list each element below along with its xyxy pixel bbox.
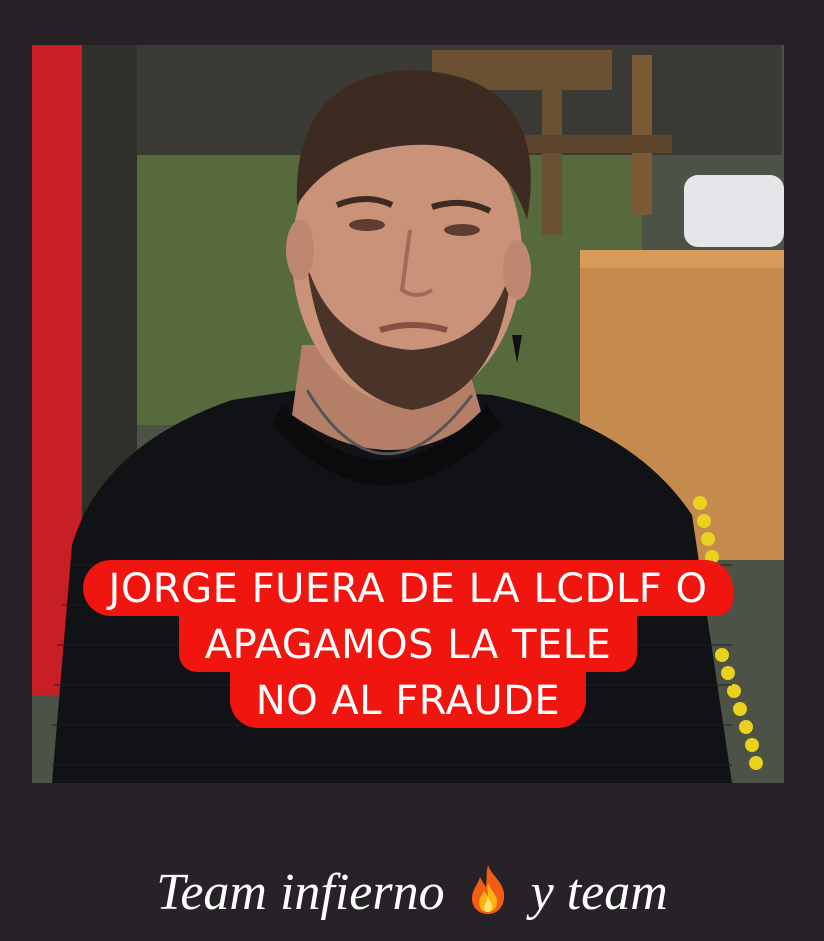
footer-text-before: Team infierno — [156, 864, 445, 921]
caption-line-3: NO AL FRAUDE — [229, 672, 587, 728]
story-footer-caption[interactable]: Team infierno y team — [0, 858, 824, 934]
caption-line-1: JORGE FUERA DE LA LCDLF O — [82, 560, 734, 616]
footer-text-after: y team — [530, 864, 668, 921]
fire-emoji-icon — [466, 863, 510, 934]
story-screen: JORGE FUERA DE LA LCDLF O APAGAMOS LA TE… — [0, 0, 824, 941]
caption-line-2: APAGAMOS LA TELE — [178, 616, 638, 672]
story-text-sticker[interactable]: JORGE FUERA DE LA LCDLF O APAGAMOS LA TE… — [32, 560, 784, 728]
